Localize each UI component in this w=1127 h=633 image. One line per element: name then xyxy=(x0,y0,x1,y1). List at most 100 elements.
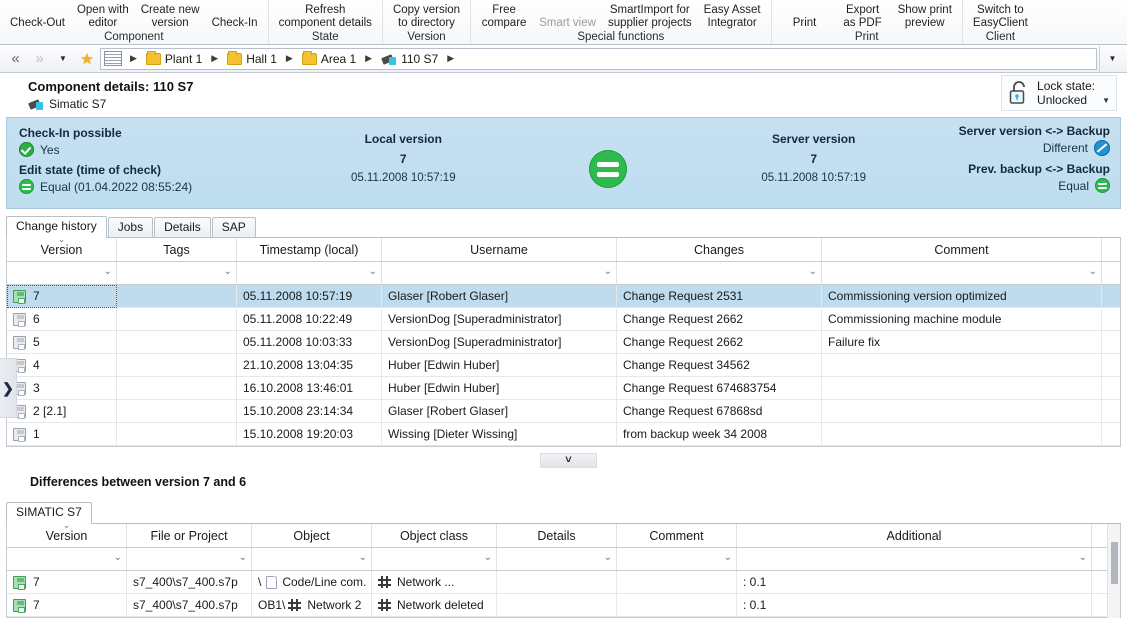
cell-text: 6 xyxy=(33,308,40,330)
filter-chevron-icon[interactable]: ⌄ xyxy=(224,266,232,277)
cell-version: 7 xyxy=(7,285,117,308)
column-filter-comment[interactable]: ⌄ xyxy=(617,548,737,570)
table-row[interactable]: 316.10.2008 13:46:01Huber [Edwin Huber]C… xyxy=(7,377,1120,400)
lock-state-box[interactable]: Lock state: Unlocked ▼ xyxy=(1001,75,1117,111)
diff-tab-simatic-s7[interactable]: SIMATIC S7 xyxy=(6,502,92,524)
filter-chevron-icon[interactable]: ⌄ xyxy=(604,552,612,563)
breadcrumb[interactable]: ▶Plant 1▶Hall 1▶Area 1▶110 S7▶ xyxy=(100,48,1097,70)
ribbon-button-print[interactable]: Print xyxy=(776,0,834,30)
column-header-comment[interactable]: Comment xyxy=(822,238,1102,261)
table-row[interactable]: 705.11.2008 10:57:19Glaser [Robert Glase… xyxy=(7,285,1120,308)
column-filter-file-or-project[interactable]: ⌄ xyxy=(127,548,252,570)
ribbon-button-free-compare[interactable]: Free compare xyxy=(475,0,533,30)
cell-comment xyxy=(822,400,1102,423)
table-row[interactable]: 605.11.2008 10:22:49VersionDog [Superadm… xyxy=(7,308,1120,331)
column-filter-timestamp-local[interactable]: ⌄ xyxy=(237,262,382,284)
ribbon-group-label: Client xyxy=(967,30,1034,45)
breadcrumb-arrow-icon[interactable]: ▶ xyxy=(206,53,223,64)
column-filter-tags[interactable]: ⌄ xyxy=(117,262,237,284)
cell-text: Code/Line com. xyxy=(282,571,366,593)
breadcrumb-item-area-1[interactable]: Area 1 xyxy=(299,51,359,67)
breadcrumb-arrow-icon[interactable]: ▶ xyxy=(442,53,459,64)
column-header-tags[interactable]: Tags xyxy=(117,238,237,261)
forward-button[interactable]: » xyxy=(28,48,50,70)
filter-chevron-icon[interactable]: ⌄ xyxy=(1089,266,1097,277)
ribbon-button-create-new-version[interactable]: Create new version xyxy=(135,0,206,30)
column-header-changes[interactable]: Changes xyxy=(617,238,822,261)
ribbon-button-copy-version-to-directory[interactable]: Copy version to directory xyxy=(387,0,466,30)
filter-chevron-icon[interactable]: ⌄ xyxy=(114,552,122,563)
filter-chevron-icon[interactable]: ⌄ xyxy=(239,552,247,563)
column-filter-version[interactable]: ⌄ xyxy=(7,262,117,284)
column-filter-object[interactable]: ⌄ xyxy=(252,548,372,570)
table-row[interactable]: 505.11.2008 10:03:33VersionDog [Superadm… xyxy=(7,331,1120,354)
column-header-version[interactable]: ⌄Version xyxy=(7,238,117,261)
favorites-star-icon[interactable]: ★ xyxy=(76,48,98,70)
ribbon-button-refresh-component-details[interactable]: Refresh component details xyxy=(273,0,378,30)
folder-icon xyxy=(146,53,161,65)
filter-chevron-icon[interactable]: ⌄ xyxy=(359,552,367,563)
navbar-dropdown-icon[interactable]: ▼ xyxy=(1099,46,1125,72)
column-header-object[interactable]: Object xyxy=(252,524,372,547)
filter-chevron-icon[interactable]: ⌄ xyxy=(484,552,492,563)
column-header-details[interactable]: Details xyxy=(497,524,617,547)
filter-chevron-icon[interactable]: ⌄ xyxy=(724,552,732,563)
ribbon-button-check-in[interactable]: Check-In xyxy=(206,0,264,30)
ribbon-button-export-as-pdf[interactable]: Export as PDF xyxy=(834,0,892,30)
breadcrumb-arrow-icon[interactable]: ▶ xyxy=(125,53,142,64)
column-filter-additional[interactable]: ⌄ xyxy=(737,548,1092,570)
column-header-timestamp-local[interactable]: Timestamp (local) xyxy=(237,238,382,261)
ribbon-button-check-out[interactable]: Check-Out xyxy=(4,0,71,30)
breadcrumb-item-hall-1[interactable]: Hall 1 xyxy=(224,51,280,67)
cell-text: Huber [Edwin Huber] xyxy=(388,354,499,376)
ribbon-button-easy-asset-integrator[interactable]: Easy Asset Integrator xyxy=(698,0,767,30)
tab-jobs[interactable]: Jobs xyxy=(108,217,153,237)
ribbon-button-smart-view[interactable]: Smart view xyxy=(533,0,602,30)
cell-text: 05.11.2008 10:03:33 xyxy=(243,331,352,353)
ribbon-button-switch-to-easyclient[interactable]: Switch to EasyClient xyxy=(967,0,1034,30)
column-filter-comment[interactable]: ⌄ xyxy=(822,262,1102,284)
column-filter-changes[interactable]: ⌄ xyxy=(617,262,822,284)
table-row[interactable]: 7s7_400\s7_400.s7pOB1\Network 2Network d… xyxy=(7,594,1120,617)
column-filter-username[interactable]: ⌄ xyxy=(382,262,617,284)
filter-chevron-icon[interactable]: ⌄ xyxy=(104,266,112,277)
tab-details[interactable]: Details xyxy=(154,217,211,237)
column-header-file-or-project[interactable]: File or Project xyxy=(127,524,252,547)
column-header-comment[interactable]: Comment xyxy=(617,524,737,547)
cell-text: 05.11.2008 10:22:49 xyxy=(243,308,352,330)
filter-chevron-icon[interactable]: ⌄ xyxy=(604,266,612,277)
column-filter-version[interactable]: ⌄ xyxy=(7,548,127,570)
column-header-object-class[interactable]: Object class xyxy=(372,524,497,547)
diff-grid-scrollbar[interactable] xyxy=(1107,524,1120,618)
column-header-additional[interactable]: Additional xyxy=(737,524,1092,547)
back-button[interactable]: « xyxy=(4,48,26,70)
filter-chevron-icon[interactable]: ⌄ xyxy=(809,266,817,277)
column-filter-details[interactable]: ⌄ xyxy=(497,548,617,570)
tab-change-history[interactable]: Change history xyxy=(6,216,107,238)
breadcrumb-item-110-s7[interactable]: 110 S7 xyxy=(378,51,441,67)
table-row[interactable]: 421.10.2008 13:04:35Huber [Edwin Huber]C… xyxy=(7,354,1120,377)
ribbon-button-smartimport-for-supplier-projects[interactable]: SmartImport for supplier projects xyxy=(602,0,698,30)
table-row[interactable]: 2 [2.1]15.10.2008 23:14:34Glaser [Robert… xyxy=(7,400,1120,423)
tab-sap[interactable]: SAP xyxy=(212,217,256,237)
breadcrumb-arrow-icon[interactable]: ▶ xyxy=(281,53,298,64)
lock-dropdown-icon[interactable]: ▼ xyxy=(1102,96,1110,105)
ribbon-button-open-with-editor[interactable]: Open with editor xyxy=(71,0,135,30)
column-header-version[interactable]: ⌄Version xyxy=(7,524,127,547)
table-row[interactable]: 115.10.2008 19:20:03Wissing [Dieter Wiss… xyxy=(7,423,1120,446)
history-dropdown-icon[interactable]: ▼ xyxy=(52,48,74,70)
breadcrumb-root-icon[interactable] xyxy=(104,51,122,66)
ribbon-button-show-print-preview[interactable]: Show print preview xyxy=(892,0,958,30)
left-panel-expander[interactable]: ❯ xyxy=(0,358,17,418)
collapse-panel-button[interactable]: ˅ xyxy=(540,453,597,468)
table-row[interactable]: 7s7_400\s7_400.s7p\Code/Line com.Network… xyxy=(7,571,1120,594)
breadcrumb-item-plant-1[interactable]: Plant 1 xyxy=(143,51,205,67)
cell-text: Change Request 2531 xyxy=(623,285,743,307)
folder-icon xyxy=(302,53,317,65)
breadcrumb-arrow-icon[interactable]: ▶ xyxy=(360,53,377,64)
column-filter-object-class[interactable]: ⌄ xyxy=(372,548,497,570)
filter-chevron-icon[interactable]: ⌄ xyxy=(369,266,377,277)
column-header-username[interactable]: Username xyxy=(382,238,617,261)
scrollbar-thumb[interactable] xyxy=(1111,542,1118,584)
filter-chevron-icon[interactable]: ⌄ xyxy=(1079,552,1087,563)
